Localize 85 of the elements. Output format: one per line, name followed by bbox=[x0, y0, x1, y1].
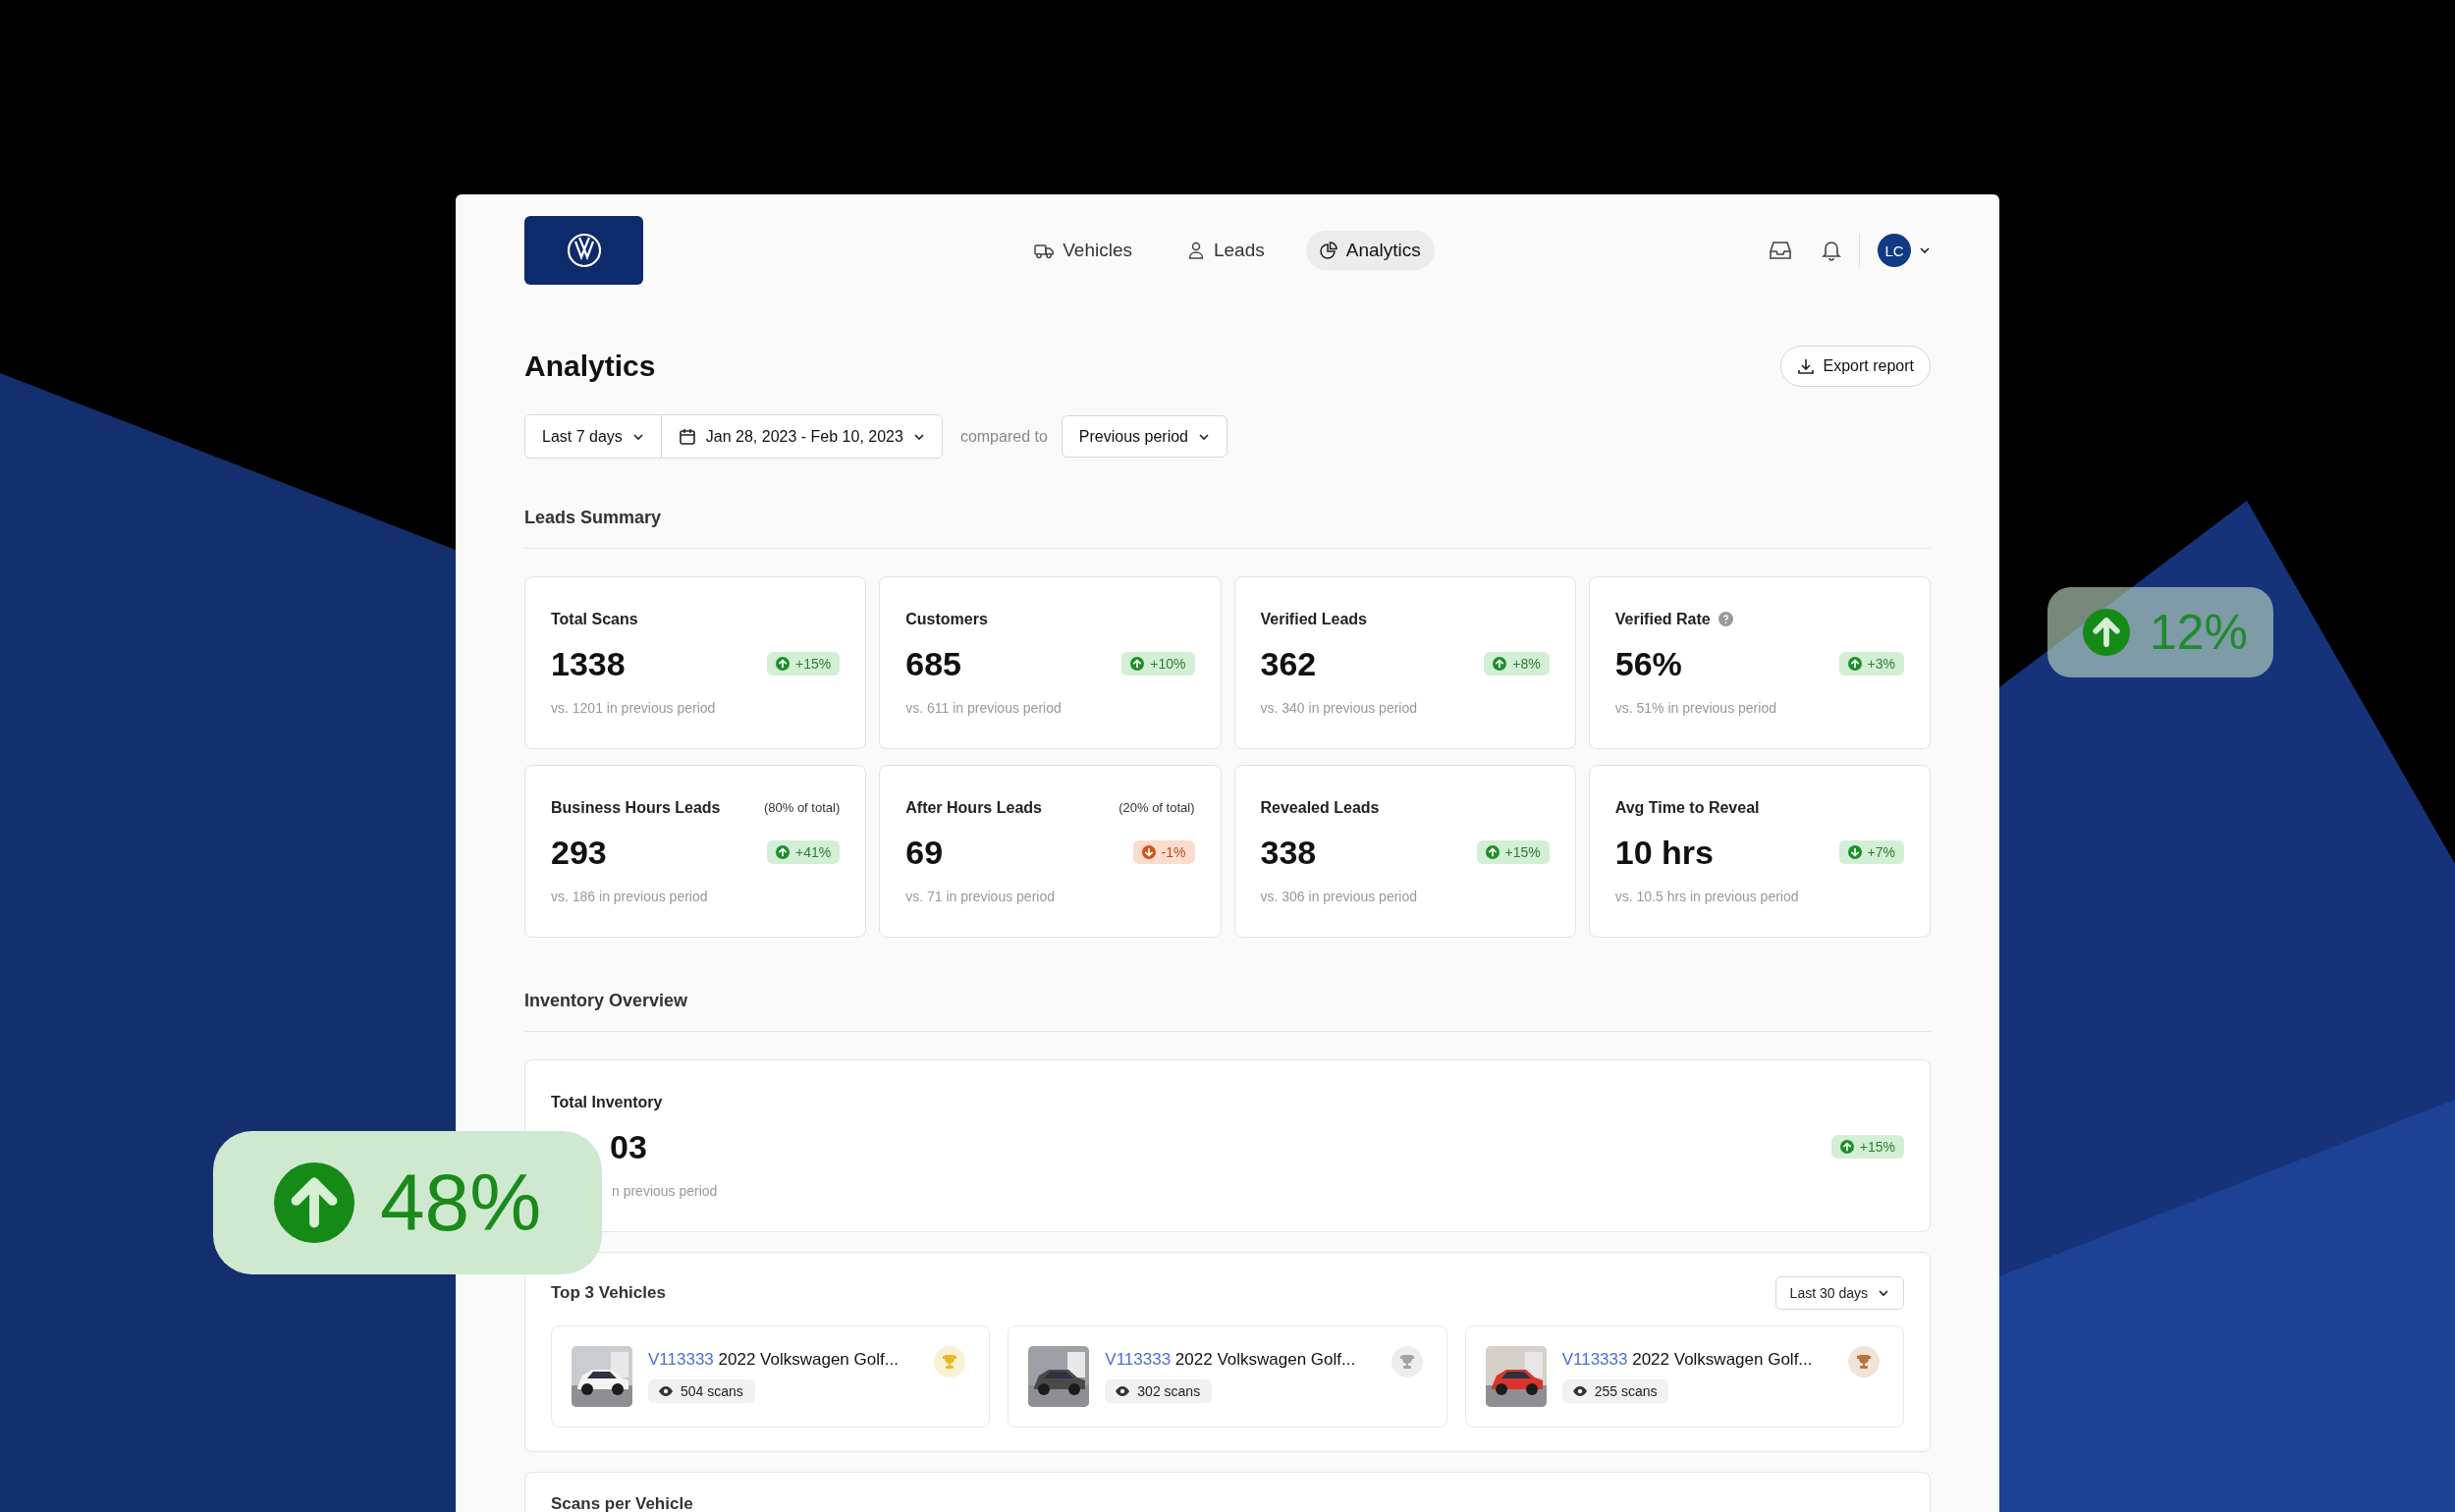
card-note: (20% of total) bbox=[1118, 800, 1195, 815]
eye-icon bbox=[1571, 1385, 1588, 1397]
vehicle-card[interactable]: V113333 2022 Volkswagen Golf... 302 scans bbox=[1008, 1325, 1447, 1428]
change-badge: -1% bbox=[1132, 840, 1195, 864]
calendar-icon bbox=[678, 427, 696, 446]
nav-tab[interactable]: Leads bbox=[1173, 231, 1279, 270]
card-title: Verified Rate bbox=[1614, 610, 1711, 628]
growth-value: 48% bbox=[380, 1157, 542, 1249]
change-badge: +7% bbox=[1838, 840, 1904, 864]
card-title: Customers bbox=[905, 610, 988, 628]
chevron-down-icon bbox=[631, 432, 644, 441]
change-badge: +41% bbox=[767, 840, 841, 864]
stat-value: 338 bbox=[1260, 833, 1317, 872]
bell-icon[interactable] bbox=[1822, 240, 1841, 261]
range-dropdown[interactable]: Last 30 days bbox=[1774, 1276, 1904, 1310]
stat-value: 69 bbox=[905, 833, 944, 872]
scan-count-badge: 255 scans bbox=[1561, 1379, 1669, 1403]
scan-count-badge: 504 scans bbox=[648, 1379, 755, 1403]
chevron-down-icon bbox=[1919, 246, 1931, 254]
comparison-text: vs. 51% in previous period bbox=[1614, 699, 1777, 716]
comparison-text: vs. 1201 in previous period bbox=[551, 699, 717, 716]
compare-label: compared to bbox=[959, 427, 1048, 446]
card-title: Top 3 Vehicles bbox=[551, 1283, 666, 1303]
comparison-text: vs. 71 in previous period bbox=[905, 888, 1056, 904]
card-title: After Hours Leads bbox=[905, 798, 1042, 817]
vehicle-id-link[interactable]: V113333 bbox=[1105, 1350, 1172, 1369]
export-button[interactable]: Export report bbox=[1779, 346, 1931, 387]
comparison-text: n previous period bbox=[612, 1182, 719, 1199]
download-icon bbox=[1796, 357, 1815, 375]
card-title: Total Scans bbox=[551, 610, 638, 628]
vehicle-name: V113333 2022 Volkswagen Golf... bbox=[648, 1350, 899, 1370]
nav-tab[interactable]: Analytics bbox=[1305, 231, 1435, 270]
change-badge: +10% bbox=[1121, 652, 1195, 675]
comparison-text: vs. 10.5 hrs in previous period bbox=[1614, 888, 1800, 904]
vehicle-name: V113333 2022 Volkswagen Golf... bbox=[1561, 1350, 1813, 1370]
section-heading: Leads Summary bbox=[524, 508, 663, 528]
eye-icon bbox=[1115, 1385, 1131, 1397]
stat-value: 293 bbox=[551, 833, 607, 872]
comparison-text: vs. 611 in previous period bbox=[905, 699, 1063, 716]
compare-dropdown[interactable]: Previous period bbox=[1061, 415, 1228, 458]
stat-value: 685 bbox=[905, 644, 961, 683]
eye-icon bbox=[658, 1385, 674, 1397]
date-range-picker[interactable]: Jan 28, 2023 - Feb 10, 2023 bbox=[660, 415, 942, 458]
inbox-icon[interactable] bbox=[1769, 240, 1792, 261]
change-badge: +15% bbox=[767, 652, 841, 675]
pie-chart-icon bbox=[1319, 242, 1337, 259]
change-badge: +15% bbox=[1476, 840, 1550, 864]
change-badge: +3% bbox=[1838, 652, 1904, 675]
chevron-down-icon bbox=[1878, 1289, 1889, 1297]
nav-tab[interactable]: Vehicles bbox=[1020, 231, 1146, 270]
logo-icon bbox=[566, 233, 602, 268]
vehicle-name: V113333 2022 Volkswagen Golf... bbox=[1105, 1350, 1356, 1370]
stat-value: 10 hrs bbox=[1614, 833, 1714, 872]
growth-value: 12% bbox=[2150, 604, 2249, 661]
card-title: Total Inventory bbox=[551, 1093, 663, 1111]
truck-icon bbox=[1034, 242, 1055, 259]
comparison-text: vs. 186 in previous period bbox=[551, 888, 709, 904]
change-badge: +8% bbox=[1484, 652, 1550, 675]
stat-value: 56% bbox=[1614, 644, 1682, 683]
card-note: (80% of total) bbox=[763, 800, 841, 815]
stat-value: 1338 bbox=[551, 644, 626, 683]
logo[interactable] bbox=[524, 216, 643, 285]
comparison-text: vs. 340 in previous period bbox=[1260, 699, 1419, 716]
chevron-down-icon bbox=[1198, 432, 1210, 441]
card-title: Business Hours Leads bbox=[551, 798, 721, 817]
vehicle-card[interactable]: V113333 2022 Volkswagen Golf... 255 scans bbox=[1464, 1325, 1904, 1428]
card-title: Scans per Vehicle bbox=[551, 1494, 693, 1512]
help-icon[interactable] bbox=[1718, 612, 1733, 626]
chevron-down-icon bbox=[912, 432, 925, 441]
vehicle-id-link[interactable]: V113333 bbox=[1561, 1350, 1628, 1369]
change-badge: +15% bbox=[1830, 1135, 1904, 1159]
person-icon bbox=[1187, 242, 1205, 259]
comparison-text: vs. 306 in previous period bbox=[1260, 888, 1419, 904]
section-heading: Inventory Overview bbox=[524, 991, 689, 1011]
scan-count-badge: 302 scans bbox=[1105, 1379, 1213, 1403]
card-title: Avg Time to Reveal bbox=[1614, 798, 1760, 817]
vehicle-card[interactable]: V113333 2022 Volkswagen Golf... 504 scans bbox=[551, 1325, 991, 1428]
card-title: Revealed Leads bbox=[1260, 798, 1380, 817]
stat-value: 362 bbox=[1260, 644, 1317, 683]
arrow-up-icon bbox=[274, 1162, 355, 1243]
page-title: Analytics bbox=[524, 350, 656, 383]
arrow-up-icon bbox=[2083, 609, 2130, 656]
stat-value: 03 bbox=[610, 1127, 647, 1166]
card-title: Verified Leads bbox=[1260, 610, 1367, 628]
vehicle-id-link[interactable]: V113333 bbox=[648, 1350, 714, 1369]
